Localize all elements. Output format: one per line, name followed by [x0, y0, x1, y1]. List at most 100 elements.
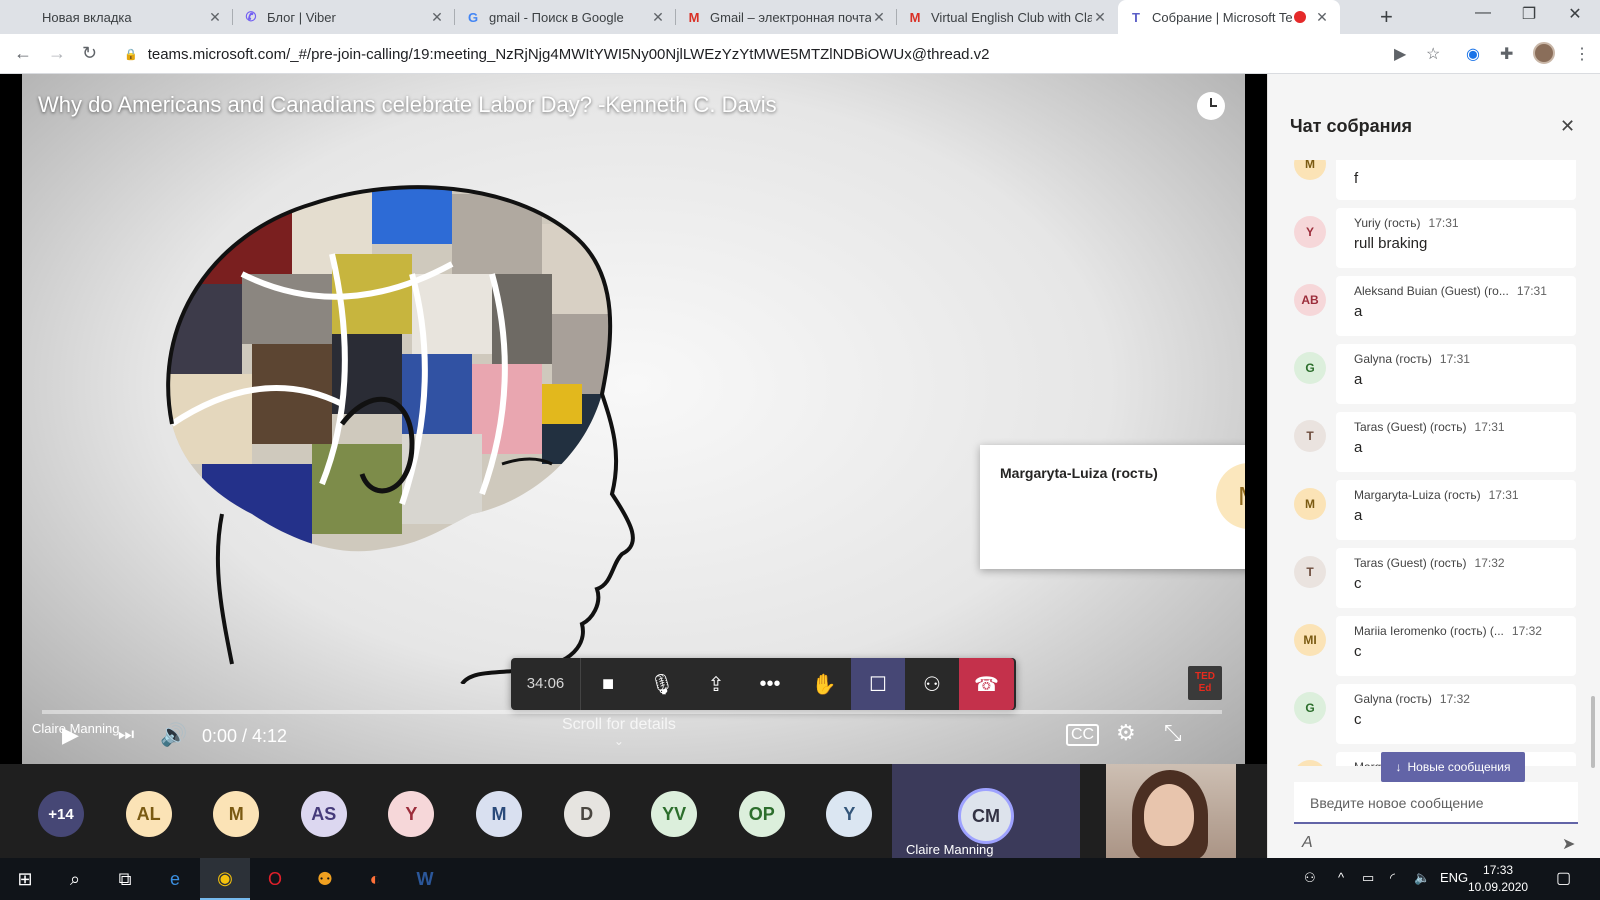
- task-view-icon[interactable]: ⧉: [100, 858, 150, 900]
- user-app-icon[interactable]: ⚉: [300, 858, 350, 900]
- window-close-button[interactable]: ✕: [1552, 4, 1598, 24]
- back-icon[interactable]: ←: [14, 43, 32, 64]
- chat-message[interactable]: M Margaryta-Luiza (гость) 17:31 a: [1294, 480, 1579, 540]
- omnibox[interactable]: 🔒 teams.microsoft.com/_#/pre-join-callin…: [116, 39, 1446, 69]
- camera-toggle-icon[interactable]: ■: [581, 658, 635, 710]
- participant-avatar[interactable]: D: [563, 791, 610, 837]
- profile-avatar[interactable]: [1533, 42, 1555, 64]
- browser-tab[interactable]: Ggmail - Поиск в Google ✕: [455, 0, 676, 34]
- share-screen-icon[interactable]: ⇪: [689, 658, 743, 710]
- chat-message[interactable]: Mf: [1294, 160, 1579, 200]
- chat-message[interactable]: Y Yuriy (гость) 17:31 rull braking: [1294, 208, 1579, 268]
- chrome-icon[interactable]: ◉: [200, 858, 250, 900]
- chat-message-list[interactable]: Mf Y Yuriy (гость) 17:31 rull braking AB Aleks…: [1268, 160, 1600, 766]
- forward-icon[interactable]: →: [48, 43, 66, 64]
- new-messages-button[interactable]: ↓ Новые сообщения: [1381, 752, 1525, 782]
- chat-author-avatar: M: [1294, 160, 1326, 180]
- chat-text: rull braking: [1354, 235, 1428, 252]
- settings-gear-icon[interactable]: ⚙: [1116, 720, 1136, 746]
- participant-avatar[interactable]: Y: [388, 791, 435, 837]
- word-icon[interactable]: W: [400, 858, 450, 900]
- browser-tab[interactable]: T Собрание | Microsoft Te ✕: [1118, 0, 1340, 34]
- chat-scrollbar[interactable]: [1591, 696, 1595, 768]
- browser-tab[interactable]: Новая вкладка ✕: [8, 0, 233, 34]
- participant-avatar[interactable]: AS: [300, 791, 347, 837]
- send-icon[interactable]: ➤: [1562, 834, 1575, 854]
- tab-close-icon[interactable]: ✕: [871, 9, 887, 26]
- mic-muted-icon[interactable]: 🎙: [635, 658, 689, 710]
- participants-icon[interactable]: ⚇: [905, 658, 959, 710]
- chat-text: a: [1354, 439, 1363, 456]
- volume-tray-icon[interactable]: 🔈: [1414, 870, 1430, 886]
- maximize-button[interactable]: ❐: [1506, 4, 1552, 24]
- browser-tab[interactable]: M Gmail – электронная почта ✕: [676, 0, 897, 34]
- bookmark-star-icon[interactable]: ☆: [1426, 44, 1440, 64]
- chat-meta: Taras (Guest) (гость) 17:31: [1354, 420, 1558, 434]
- people-icon[interactable]: ⚇: [1304, 870, 1316, 886]
- chat-message[interactable]: T Taras (Guest) (гость) 17:31 a: [1294, 412, 1579, 472]
- compose-message-input[interactable]: Введите новое сообщение: [1294, 782, 1578, 824]
- speaker-name: Claire Manning: [906, 842, 994, 857]
- participant-avatar[interactable]: AL: [125, 791, 172, 837]
- close-icon[interactable]: ✕: [1560, 116, 1575, 137]
- reload-icon[interactable]: ↻: [82, 43, 97, 64]
- browser-tab[interactable]: ✆ Блог | Viber ✕: [233, 0, 455, 34]
- new-tab-button[interactable]: +: [1380, 4, 1393, 30]
- participant-avatar[interactable]: M: [213, 791, 260, 837]
- video-player[interactable]: Why do Americans and Canadians celebrate…: [22, 74, 1245, 764]
- camera-icon[interactable]: ▶: [1394, 44, 1406, 64]
- wifi-icon[interactable]: ◜: [1390, 870, 1395, 886]
- participant-avatar[interactable]: Y: [826, 791, 873, 837]
- participant-card[interactable]: Margaryta-Luiza (гость) M: [980, 445, 1245, 569]
- hang-up-icon[interactable]: ☎: [959, 658, 1014, 710]
- chat-message[interactable]: G Galyna (гость) 17:31 a: [1294, 344, 1579, 404]
- tab-close-icon[interactable]: ✕: [1314, 9, 1330, 26]
- chat-toggle-icon[interactable]: ☐: [851, 658, 905, 710]
- scroll-for-details[interactable]: Scroll for details ⌄: [562, 716, 676, 748]
- windows-start-icon[interactable]: ⊞: [0, 858, 50, 900]
- opera-icon[interactable]: O: [250, 858, 300, 900]
- participant-avatar[interactable]: M: [476, 791, 522, 837]
- chat-meta: Mariia Ieromenko (гость) (... 17:32: [1354, 624, 1558, 638]
- chat-message[interactable]: G Galyna (гость) 17:32 c: [1294, 684, 1579, 744]
- tray-clock[interactable]: 17:33 10.09.2020: [1468, 862, 1528, 896]
- minimize-button[interactable]: —: [1460, 4, 1506, 22]
- chat-message[interactable]: T Taras (Guest) (гость) 17:32 c: [1294, 548, 1579, 608]
- captions-icon[interactable]: CC: [1066, 724, 1100, 746]
- active-speaker-tile[interactable]: CM Claire Manning: [892, 764, 1080, 858]
- tab-close-icon[interactable]: ✕: [1092, 9, 1108, 26]
- next-icon[interactable]: ⏭: [118, 724, 134, 745]
- chat-message[interactable]: AB Aleksand Buian (Guest) (го... 17:31 a: [1294, 276, 1579, 336]
- more-participants-avatar[interactable]: +14: [38, 791, 84, 837]
- participant-avatar[interactable]: OP: [738, 791, 785, 837]
- browser-tab[interactable]: M Virtual English Club with Clai ✕: [897, 0, 1118, 34]
- play-icon[interactable]: ▶: [62, 722, 79, 748]
- raise-hand-icon[interactable]: ✋: [797, 658, 851, 710]
- chat-author: Taras (Guest) (гость): [1354, 556, 1467, 570]
- tab-close-icon[interactable]: ✕: [429, 9, 445, 26]
- tray-chevron-up-icon[interactable]: ^: [1338, 870, 1344, 885]
- watch-later-icon[interactable]: [1197, 92, 1225, 120]
- search-icon[interactable]: ⌕: [50, 858, 100, 900]
- extensions-puzzle-icon[interactable]: ✚: [1500, 44, 1513, 64]
- more-actions-icon[interactable]: •••: [743, 658, 797, 710]
- battery-icon[interactable]: ▭: [1362, 870, 1374, 886]
- self-video-tile[interactable]: [1106, 764, 1236, 858]
- tab-close-icon[interactable]: ✕: [650, 9, 666, 26]
- firefox-icon[interactable]: ◐: [350, 858, 400, 900]
- chat-text: a: [1354, 303, 1363, 320]
- exit-fullscreen-icon[interactable]: ⤡: [1164, 720, 1182, 746]
- internet-explorer-icon[interactable]: e: [150, 858, 200, 900]
- chat-author: Galyna (гость): [1354, 692, 1432, 706]
- format-text-icon[interactable]: A: [1302, 834, 1313, 852]
- notifications-icon[interactable]: ▢: [1556, 868, 1571, 888]
- chat-text: f: [1354, 170, 1359, 187]
- participant-avatar[interactable]: YV: [651, 791, 698, 837]
- volume-icon[interactable]: 🔊: [160, 722, 187, 748]
- language-indicator[interactable]: ENG: [1440, 870, 1468, 885]
- tab-close-icon[interactable]: ✕: [207, 9, 223, 26]
- windows-taskbar: ⊞ ⌕ ⧉ e ◉ O ⚉ ◐ W ⚇ ^ ▭ ◜ 🔈 ENG 17:33 10…: [0, 858, 1600, 900]
- menu-kebab-icon[interactable]: ⋮: [1574, 44, 1590, 64]
- extension-icon[interactable]: ◉: [1466, 44, 1480, 64]
- chat-message[interactable]: MI Mariia Ieromenko (гость) (... 17:32 c: [1294, 616, 1579, 676]
